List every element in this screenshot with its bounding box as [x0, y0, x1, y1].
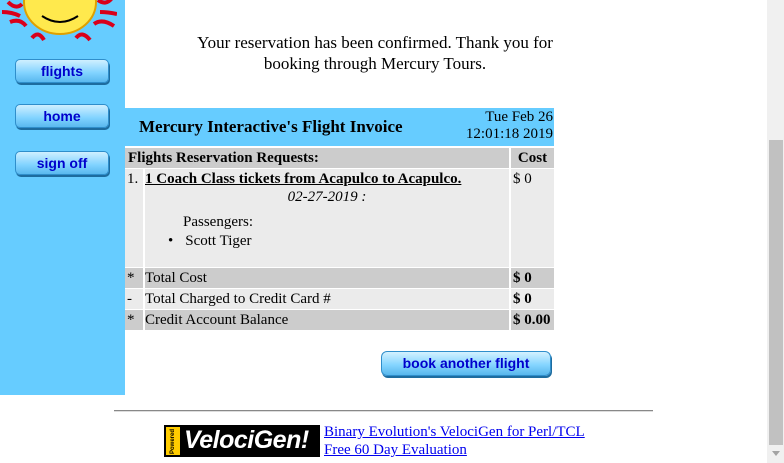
sun-logo-icon — [2, 0, 117, 42]
book-another-flight-button[interactable]: book another flight — [381, 351, 551, 376]
row-marker: * — [125, 310, 143, 330]
invoice-date-time: 12:01:18 2019 — [465, 126, 553, 142]
confirmation-message: Your reservation has been confirmed. Tha… — [125, 32, 625, 74]
invoice-header: Mercury Interactive's Flight Invoice Tue… — [125, 108, 554, 146]
item-number: 1. — [125, 169, 143, 267]
sidebar: flights home sign off — [0, 0, 125, 395]
free-evaluation-link[interactable]: Free 60 Day Evaluation — [324, 442, 467, 459]
invoice-date: Tue Feb 26 12:01:18 2019 — [466, 109, 553, 143]
invoice-item-row: 1. 1 Coach Class tickets from Acapulco t… — [125, 169, 554, 267]
row-label: Total Cost — [145, 268, 509, 288]
vertical-scrollbar[interactable] — [767, 0, 784, 463]
sign-off-button[interactable]: sign off — [15, 151, 109, 175]
column-header-cost: Cost — [511, 148, 554, 168]
velocigen-logo[interactable]: Powered By VelociGen! — [164, 425, 320, 457]
flights-button[interactable]: flights — [15, 59, 109, 83]
invoice-column-headers: Flights Reservation Requests: Cost — [125, 148, 554, 168]
column-header-requests: Flights Reservation Requests: — [125, 148, 509, 168]
passenger-name: Scott Tiger — [168, 233, 509, 250]
scroll-down-arrow-icon[interactable] — [772, 451, 780, 456]
row-value: $ 0.00 — [511, 310, 554, 330]
velocigen-logo-text: VelociGen! — [184, 426, 309, 454]
item-cost: $ 0 — [511, 169, 554, 267]
home-button[interactable]: home — [15, 104, 109, 128]
invoice-date-day: Tue Feb 26 — [485, 109, 553, 125]
footer-divider — [114, 410, 653, 412]
credit-balance-row: * Credit Account Balance $ 0.00 — [125, 310, 554, 330]
powered-by-label: Powered By — [166, 427, 190, 455]
row-value: $ 0 — [511, 268, 554, 288]
item-ticket-link[interactable]: 1 Coach Class tickets from Acapulco to A… — [145, 171, 461, 187]
confirmation-line-2: booking through Mercury Tours. — [263, 54, 487, 73]
item-date: 02-27-2019 : — [287, 189, 367, 205]
row-marker: * — [125, 268, 143, 288]
total-cost-row: * Total Cost $ 0 — [125, 268, 554, 288]
item-description: 1 Coach Class tickets from Acapulco to A… — [145, 169, 509, 267]
passengers-label: Passengers: — [183, 214, 253, 230]
row-value: $ 0 — [511, 289, 554, 309]
invoice-title: Mercury Interactive's Flight Invoice — [139, 117, 403, 136]
row-marker: - — [125, 289, 143, 309]
flight-invoice: Mercury Interactive's Flight Invoice Tue… — [125, 108, 554, 330]
row-label: Total Charged to Credit Card # — [145, 289, 509, 309]
velocigen-link[interactable]: Binary Evolution's VelociGen for Perl/TC… — [324, 424, 585, 441]
total-charged-row: - Total Charged to Credit Card # $ 0 — [125, 289, 554, 309]
confirmation-line-1: Your reservation has been confirmed. Tha… — [197, 33, 553, 52]
row-label: Credit Account Balance — [145, 310, 509, 330]
scrollbar-thumb[interactable] — [769, 140, 783, 445]
